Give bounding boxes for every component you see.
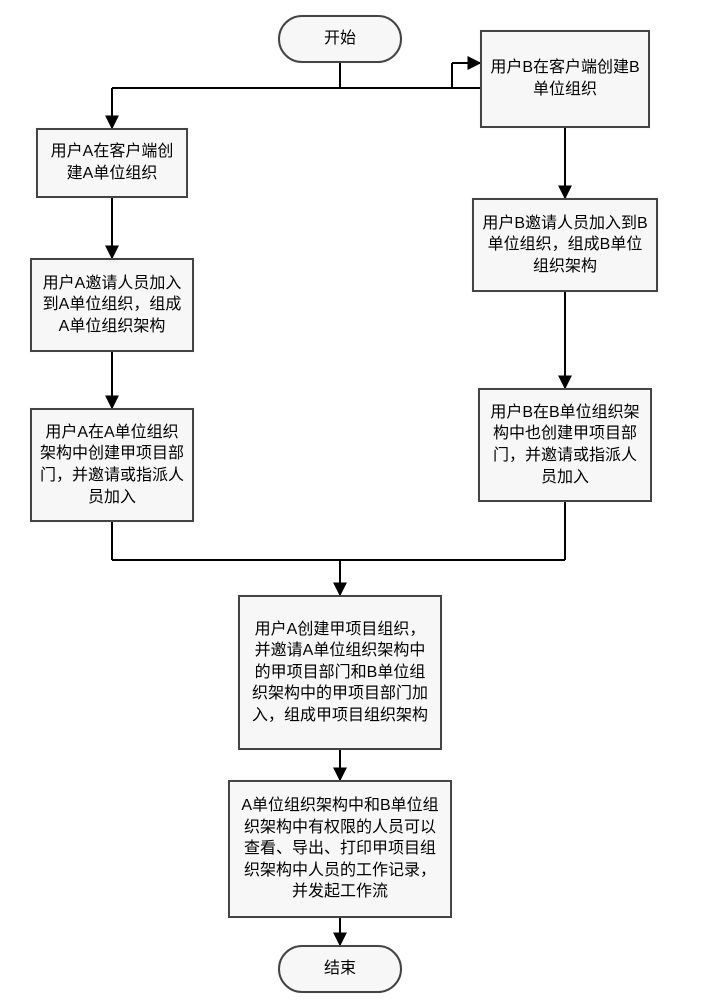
node-b-create: 用户B在客户端创建B单位组织 <box>480 30 650 128</box>
node-a-create-label: 用户A在客户端创建A单位组织 <box>46 141 178 184</box>
node-result-label: A单位组织架构中和B单位组织架构中有权限的人员可以查看、导出、打印甲项目组织架构… <box>238 795 442 903</box>
flow-start-label: 开始 <box>324 28 356 50</box>
node-a-invite-label: 用户A邀请人员加入到A单位组织，组成A单位组织架构 <box>40 273 184 338</box>
node-b-create-label: 用户B在客户端创建B单位组织 <box>490 57 640 100</box>
flow-end-label: 结束 <box>324 958 356 980</box>
node-b-proj-dept-label: 用户B在B单位组织架构中也创建甲项目部门，并邀请或指派人员加入 <box>488 402 642 488</box>
flow-end: 结束 <box>278 945 402 993</box>
flow-start: 开始 <box>278 15 402 63</box>
node-result: A单位组织架构中和B单位组织架构中有权限的人员可以查看、导出、打印甲项目组织架构… <box>228 780 452 918</box>
node-a-proj-dept-label: 用户A在A单位组织架构中创建甲项目部门，并邀请或指派人员加入 <box>40 422 184 508</box>
node-b-invite: 用户B邀请人员加入到B单位组织，组成B单位组织架构 <box>472 198 658 292</box>
node-b-invite-label: 用户B邀请人员加入到B单位组织，组成B单位组织架构 <box>482 213 648 278</box>
node-a-proj-dept: 用户A在A单位组织架构中创建甲项目部门，并邀请或指派人员加入 <box>30 408 194 522</box>
node-merge-label: 用户A创建甲项目组织，并邀请A单位组织架构中的甲项目部门和B单位组织架构中的甲项… <box>248 619 432 727</box>
node-merge: 用户A创建甲项目组织，并邀请A单位组织架构中的甲项目部门和B单位组织架构中的甲项… <box>238 595 442 750</box>
node-a-create: 用户A在客户端创建A单位组织 <box>36 128 188 198</box>
node-b-proj-dept: 用户B在B单位组织架构中也创建甲项目部门，并邀请或指派人员加入 <box>478 388 652 502</box>
node-a-invite: 用户A邀请人员加入到A单位组织，组成A单位组织架构 <box>30 258 194 352</box>
